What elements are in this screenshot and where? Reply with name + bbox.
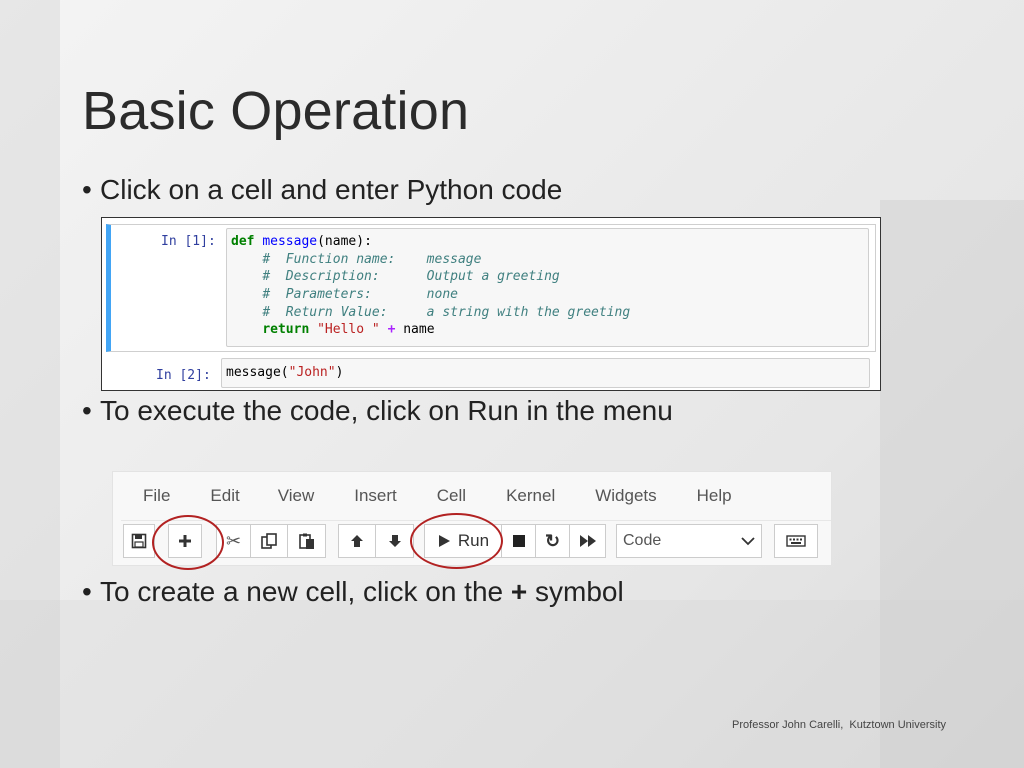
move-down-button[interactable] [376, 524, 414, 558]
cell-1-input[interactable]: def message(name): # Function name: mess… [226, 228, 869, 347]
code-line-2: # Function name: message [262, 251, 482, 267]
scissors-icon: ✂ [225, 530, 242, 551]
copy-icon [261, 533, 277, 549]
save-button[interactable] [123, 524, 155, 558]
bullet-dot: • [82, 174, 92, 205]
menu-cell[interactable]: Cell [403, 486, 466, 506]
code-cell-1[interactable]: In [1]: def message(name): # Function na… [106, 224, 876, 352]
paste-button[interactable] [288, 524, 326, 558]
code-line-5: # Return Value: a string with the greeti… [262, 304, 631, 320]
chevron-down-icon [741, 537, 755, 546]
code-line-4: # Parameters: none [262, 287, 458, 303]
restart-button[interactable]: ↻ [536, 524, 570, 558]
bullet-1: • Click on a cell and enter Python code [82, 174, 562, 206]
menu-insert[interactable]: Insert [320, 486, 397, 506]
cell-type-value: Code [623, 532, 662, 549]
bullet-3: • To create a new cell, click on the + s… [82, 576, 624, 608]
cell-type-select[interactable]: Code [616, 524, 762, 558]
menu-file[interactable]: File [121, 486, 170, 506]
arrow-up-icon [351, 535, 363, 547]
bullet-dot: • [82, 576, 92, 607]
code-line: message("John") [226, 365, 344, 380]
stop-icon [512, 535, 525, 547]
notebook-screenshot: In [1]: def message(name): # Function na… [101, 217, 881, 391]
footer-credit: Professor John Carelli, Kutztown Univers… [732, 719, 946, 731]
interrupt-button[interactable] [502, 524, 536, 558]
menu-kernel[interactable]: Kernel [472, 486, 555, 506]
code-line-6: return "Hello " + name [262, 322, 435, 338]
paste-icon [298, 533, 314, 549]
highlight-circle-add [152, 515, 224, 570]
code-line-1: def message(name): [231, 234, 372, 249]
menu-bar: File Edit View Insert Cell Kernel Widget… [121, 472, 831, 521]
run-all-button[interactable] [570, 524, 606, 558]
cell-1-prompt: In [1]: [161, 234, 216, 249]
bullet-dot: • [82, 395, 92, 426]
restart-icon: ↻ [544, 530, 561, 551]
command-palette-button[interactable] [774, 524, 818, 558]
move-up-button[interactable] [338, 524, 376, 558]
save-icon [131, 533, 147, 549]
bullet-3-text-pre: To create a new cell, click on the [100, 576, 511, 607]
menu-edit[interactable]: Edit [176, 486, 239, 506]
fast-forward-icon [579, 535, 596, 547]
code-cell-2[interactable]: In [2]: message("John") [106, 358, 876, 388]
plus-symbol-text: + [510, 576, 528, 607]
code-line-3: # Description: Output a greeting [262, 269, 560, 285]
bullet-1-text: Click on a cell and enter Python code [100, 174, 563, 205]
keyboard-icon [786, 535, 806, 547]
bullet-2: • To execute the code, click on Run in t… [82, 395, 673, 427]
menu-view[interactable]: View [246, 486, 315, 506]
copy-button[interactable] [250, 524, 288, 558]
slide-title: Basic Operation [82, 81, 470, 141]
bullet-3-text-post: symbol [527, 576, 624, 607]
bullet-2-text: To execute the code, click on Run in the… [100, 395, 673, 426]
menu-widgets[interactable]: Widgets [561, 486, 656, 506]
cell-2-prompt: In [2]: [156, 368, 211, 383]
cell-2-input[interactable]: message("John") [221, 358, 870, 388]
arrow-down-icon [388, 535, 401, 547]
menu-help[interactable]: Help [663, 486, 732, 506]
highlight-circle-run [410, 513, 503, 569]
